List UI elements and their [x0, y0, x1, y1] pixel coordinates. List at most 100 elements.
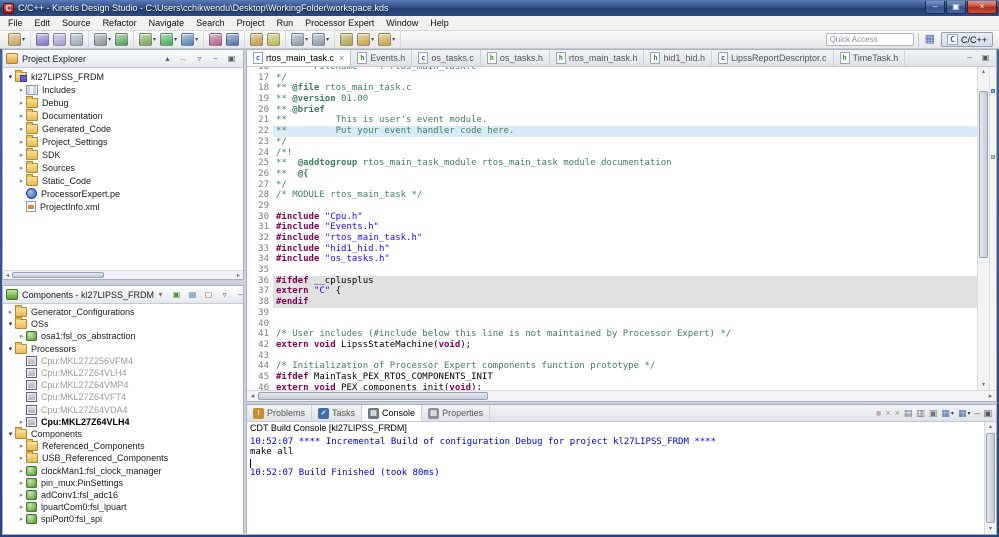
collapse-all-icon[interactable]: ▴ — [161, 53, 174, 65]
remove-launch-button[interactable]: × — [884, 406, 891, 420]
display-selected-console-button[interactable]: ▦ ▾ — [940, 406, 955, 420]
component-item-cpu-mkl27z64vmp4[interactable]: Cpu:MKL27Z64VMP4 — [3, 379, 243, 391]
console-vertical-scrollbar[interactable]: ▴ ▾ — [984, 422, 996, 534]
clear-console-button[interactable]: ▤ — [903, 406, 914, 420]
code-generation-icon[interactable]: ▤ — [186, 289, 199, 301]
last-edit-location-button[interactable] — [339, 32, 354, 48]
collapsed-arrow-icon[interactable]: ▸ — [17, 332, 26, 340]
save-all-button[interactable] — [52, 32, 67, 48]
console-output[interactable]: 10:52:07 **** Incremental Build of confi… — [247, 437, 984, 534]
component-item-referenced-components[interactable]: ▸ Referenced_Components — [3, 439, 243, 452]
project-explorer-header[interactable]: Project Explorer ▴ ↔ ▿ – ▣ — [3, 50, 243, 68]
code-text[interactable]: ** @brief — [273, 105, 977, 116]
forward-button[interactable]: ▾ — [377, 32, 396, 48]
editor-tab-hid1-hid-h[interactable]: h hid1_hid.h — [644, 50, 712, 66]
collapsed-arrow-icon[interactable]: ▸ — [17, 467, 26, 475]
collapsed-arrow-icon[interactable]: ▸ — [17, 112, 26, 120]
code-text[interactable] — [273, 308, 977, 319]
collapsed-arrow-icon[interactable]: ▸ — [17, 491, 26, 499]
component-item-clockman1-fsl-clock-manager[interactable]: ▸ clockMan1:fsl_clock_manager — [3, 464, 243, 476]
dropdown-arrow-icon[interactable]: ▾ — [153, 36, 156, 43]
titlebar[interactable]: C C/C++ - Kinetis Design Studio - C:\Use… — [0, 0, 999, 16]
collapsed-arrow-icon[interactable]: ▸ — [17, 138, 26, 146]
collapsed-arrow-icon[interactable]: ▸ — [17, 515, 26, 523]
menu-help[interactable]: Help — [424, 16, 455, 31]
scroll-up-arrow-icon[interactable]: ▴ — [978, 67, 989, 77]
component-item-cpu-mkl27z64vda4[interactable]: Cpu:MKL27Z64VDA4 — [3, 404, 243, 416]
next-annotation-button[interactable]: ▾ — [290, 32, 309, 48]
view-tab-problems[interactable]: ! Problems — [247, 405, 313, 421]
link-with-editor-icon[interactable]: ↔ — [177, 53, 190, 65]
menu-file[interactable]: File — [2, 16, 29, 31]
view-menu-icon[interactable]: ▿ — [218, 289, 231, 301]
open-console-button[interactable]: ▦ ▾ — [957, 406, 972, 420]
close-window-button[interactable]: × — [967, 0, 997, 14]
vscroll-thumb[interactable] — [986, 433, 995, 523]
menu-navigate[interactable]: Navigate — [143, 16, 191, 31]
project-item-generated-code[interactable]: ▸ Generated_Code — [3, 121, 243, 135]
search-button[interactable] — [225, 32, 240, 48]
mark-occurrences-button[interactable] — [266, 32, 281, 48]
collapsed-arrow-icon[interactable]: ▸ — [17, 164, 26, 172]
processor-expert-generate-button[interactable] — [208, 32, 223, 48]
new-connection-button[interactable] — [114, 32, 129, 48]
view-tab-tasks[interactable]: ✓ Tasks — [312, 405, 363, 421]
editor-tab-os-tasks-c[interactable]: c os_tasks.c — [412, 50, 481, 66]
menu-refactor[interactable]: Refactor — [97, 16, 143, 31]
editor-horizontal-scrollbar[interactable]: ◂ ▸ — [247, 390, 996, 401]
code-text[interactable] — [273, 265, 977, 276]
code-text[interactable]: extern void LipssStateMachine(void); — [273, 340, 977, 351]
component-item-processors[interactable]: ▾ Processors — [3, 341, 243, 355]
scroll-down-arrow-icon[interactable]: ▾ — [978, 380, 989, 390]
vscroll-track[interactable] — [985, 432, 996, 524]
code-text[interactable]: ** Put your event handler code here. — [273, 126, 977, 137]
project-item-static-code[interactable]: ▸ Static_Code — [3, 173, 243, 187]
code-text[interactable]: ** This is user's event module. — [273, 115, 977, 126]
dropdown-arrow-icon[interactable]: ▾ — [305, 36, 308, 43]
external-tools-button[interactable]: ▾ — [180, 32, 199, 48]
menu-search[interactable]: Search — [190, 16, 231, 31]
dropdown-arrow-icon[interactable]: ▾ — [174, 36, 177, 43]
collapsed-arrow-icon[interactable]: ▸ — [17, 454, 26, 462]
project-item-project-settings[interactable]: ▸ Project_Settings — [3, 134, 243, 148]
component-item-cpu-mkl27z64vlh4[interactable]: Cpu:MKL27Z64VLH4 — [3, 367, 243, 379]
component-item-cpu-mkl27z256vfm4[interactable]: Cpu:MKL27Z256VFM4 — [3, 355, 243, 367]
minimize-window-button[interactable]: – — [925, 0, 945, 14]
component-item-components[interactable]: ▾ Components — [3, 426, 243, 440]
project-item-sources[interactable]: ▸ Sources — [3, 160, 243, 174]
project-item-projectinfo-xml[interactable]: ProjectInfo.xml — [3, 200, 243, 213]
collapsed-arrow-icon[interactable]: ▸ — [17, 479, 26, 487]
editor-vertical-scrollbar[interactable]: ▴ ▾ — [977, 67, 989, 390]
view-tab-properties[interactable]: ▤ Properties — [422, 405, 491, 421]
editor-tab-events-h[interactable]: h Events.h — [351, 50, 413, 66]
print-button[interactable] — [69, 32, 84, 48]
component-item-oss[interactable]: ▾ OSs — [3, 317, 243, 330]
save-button[interactable] — [35, 32, 50, 48]
minimize-view-icon[interactable]: – — [209, 53, 222, 65]
open-perspective-button[interactable]: ▦ — [924, 32, 936, 48]
collapsed-arrow-icon[interactable]: ▸ — [17, 86, 26, 94]
code-text[interactable]: #include "Events.h" — [273, 222, 977, 233]
component-item-cpu-mkl27z64vlh4[interactable]: ▸ Cpu:MKL27Z64VLH4 — [3, 416, 243, 428]
code-text[interactable]: #include "Cpu.h" — [273, 212, 977, 223]
maximize-editor-icon[interactable]: ▣ — [979, 52, 992, 64]
project-item-kl27lipss-frdm[interactable]: ▾ kl27LIPSS_FRDM — [3, 69, 243, 83]
hscroll-track[interactable] — [258, 391, 985, 401]
code-text[interactable]: /*! — [273, 148, 977, 159]
pin-console-button[interactable]: ▣ — [928, 406, 939, 420]
back-button[interactable]: ▾ — [356, 32, 375, 48]
menu-processor-expert[interactable]: Processor Expert — [299, 16, 380, 31]
code-text[interactable]: */ — [273, 180, 977, 191]
dropdown-arrow-icon[interactable]: ▾ — [371, 36, 374, 43]
expanded-arrow-icon[interactable]: ▾ — [6, 345, 15, 353]
remove-all-launches-button[interactable]: × — [894, 406, 901, 420]
view-tab-console[interactable]: ▤ Console — [362, 405, 423, 421]
component-item-generator-configurations[interactable]: ▸ Generator_Configurations — [3, 305, 243, 318]
expanded-arrow-icon[interactable]: ▾ — [6, 430, 15, 438]
project-item-debug[interactable]: ▸ Debug — [3, 95, 243, 109]
project-item-sdk[interactable]: ▸ SDK — [3, 147, 243, 161]
code-text[interactable]: #endif — [273, 297, 977, 308]
editor-tab-timetask-h[interactable]: h TimeTask.h — [834, 50, 906, 66]
code-text[interactable]: #ifdef __cplusplus — [273, 275, 977, 287]
perspective-c-cpp-button[interactable]: C C/C++ — [940, 32, 993, 47]
